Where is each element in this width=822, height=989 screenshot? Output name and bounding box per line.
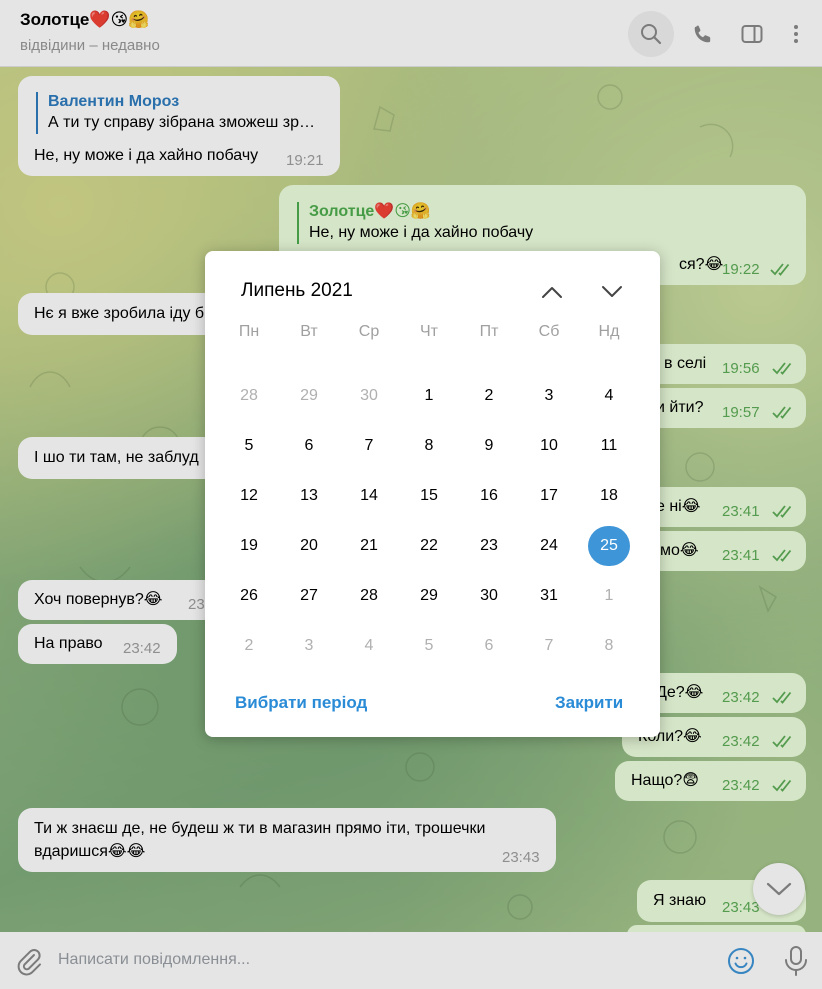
calendar-day[interactable]: 7 xyxy=(527,626,571,666)
weekday-label: Сб xyxy=(538,323,560,340)
calendar-day[interactable]: 13 xyxy=(287,476,331,516)
weekday-label: Чт xyxy=(420,323,438,340)
calendar-day[interactable]: 10 xyxy=(527,426,571,466)
calendar-day[interactable]: 5 xyxy=(407,626,451,666)
calendar-day[interactable]: 27 xyxy=(287,576,331,616)
weekday-label: Нд xyxy=(598,323,620,340)
calendar-day[interactable]: 8 xyxy=(587,626,631,666)
weekday-label: Пт xyxy=(479,323,499,340)
calendar-day[interactable]: 16 xyxy=(467,476,511,516)
calendar-day[interactable]: 6 xyxy=(287,426,331,466)
calendar-day[interactable]: 3 xyxy=(527,376,571,416)
calendar-day[interactable]: 18 xyxy=(587,476,631,516)
calendar-day[interactable]: 28 xyxy=(347,576,391,616)
previous-month-button[interactable] xyxy=(537,277,567,307)
calendar-day[interactable]: 8 xyxy=(407,426,451,466)
calendar-day[interactable]: 31 xyxy=(527,576,571,616)
calendar-day[interactable]: 29 xyxy=(287,376,331,416)
calendar-day-selected[interactable]: 25 xyxy=(588,526,630,566)
calendar-day[interactable]: 5 xyxy=(227,426,271,466)
calendar-dialog: Липень 2021 Пн Вт Ср Чт Пт Сб Нд 28 29 30 1 2 3 4 5 6 7… xyxy=(205,251,660,737)
calendar-day[interactable]: 1 xyxy=(407,376,451,416)
calendar-day[interactable]: 20 xyxy=(287,526,331,566)
calendar-day[interactable]: 4 xyxy=(347,626,391,666)
calendar-day[interactable]: 12 xyxy=(227,476,271,516)
next-month-button[interactable] xyxy=(597,277,627,307)
calendar-day[interactable]: 3 xyxy=(287,626,331,666)
calendar-day[interactable]: 2 xyxy=(467,376,511,416)
weekday-label: Ср xyxy=(358,323,380,340)
calendar-day[interactable]: 29 xyxy=(407,576,451,616)
weekday-label: Пн xyxy=(238,323,260,340)
weekday-label: Вт xyxy=(300,323,318,340)
calendar-day[interactable]: 2 xyxy=(227,626,271,666)
calendar-day[interactable]: 23 xyxy=(467,526,511,566)
calendar-day[interactable]: 30 xyxy=(347,376,391,416)
calendar-day[interactable]: 24 xyxy=(527,526,571,566)
calendar-day[interactable]: 6 xyxy=(467,626,511,666)
calendar-month-title: Липень 2021 xyxy=(241,280,353,301)
calendar-day[interactable]: 11 xyxy=(587,426,631,466)
calendar-day[interactable]: 4 xyxy=(587,376,631,416)
chevron-down-icon xyxy=(602,286,622,297)
select-period-button[interactable]: Вибрати період xyxy=(235,693,367,713)
calendar-day[interactable]: 21 xyxy=(347,526,391,566)
calendar-day[interactable]: 28 xyxy=(227,376,271,416)
close-button[interactable]: Закрити xyxy=(555,693,623,713)
calendar-day[interactable]: 9 xyxy=(467,426,511,466)
calendar-day[interactable]: 15 xyxy=(407,476,451,516)
chevron-up-icon xyxy=(542,287,562,298)
calendar-day[interactable]: 17 xyxy=(527,476,571,516)
calendar-day[interactable]: 14 xyxy=(347,476,391,516)
calendar-day[interactable]: 26 xyxy=(227,576,271,616)
calendar-day[interactable]: 30 xyxy=(467,576,511,616)
calendar-day[interactable]: 1 xyxy=(587,576,631,616)
calendar-day[interactable]: 22 xyxy=(407,526,451,566)
calendar-day[interactable]: 19 xyxy=(227,526,271,566)
calendar-day[interactable]: 7 xyxy=(347,426,391,466)
